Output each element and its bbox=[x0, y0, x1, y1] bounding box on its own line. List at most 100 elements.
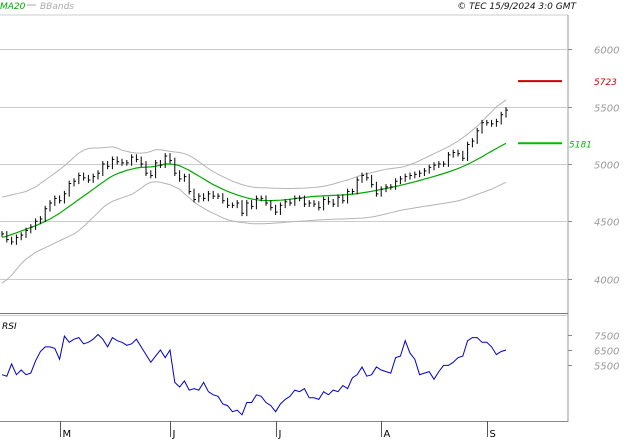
price-bar bbox=[476, 127, 480, 144]
price-bar bbox=[83, 172, 86, 181]
price-bar bbox=[78, 172, 81, 185]
price-bar bbox=[155, 160, 158, 179]
price-bar bbox=[111, 156, 115, 170]
x-tick-label: S bbox=[490, 429, 496, 440]
price-bar bbox=[419, 170, 422, 178]
price-bar bbox=[299, 195, 302, 202]
price-bar bbox=[30, 224, 33, 234]
price-bar bbox=[356, 177, 360, 195]
price-bar bbox=[222, 193, 225, 204]
price-bar bbox=[491, 119, 494, 127]
price-bar bbox=[97, 170, 100, 180]
price-bar bbox=[11, 236, 14, 245]
price-bar bbox=[395, 178, 398, 190]
price-tick-label: 6000 bbox=[594, 46, 619, 57]
price-bar bbox=[87, 174, 91, 183]
price-bar bbox=[227, 197, 230, 209]
price-bar bbox=[73, 178, 76, 187]
bbands-lower-line bbox=[1, 181, 507, 284]
support-level-label: 5181 bbox=[569, 140, 592, 150]
price-bar bbox=[183, 173, 187, 182]
price-bar bbox=[59, 195, 62, 204]
price-bar bbox=[332, 199, 336, 207]
rsi-tick-label: 5500 bbox=[594, 362, 619, 373]
price-bar bbox=[423, 168, 427, 176]
price-bar bbox=[20, 232, 24, 241]
x-tick-label: J bbox=[278, 429, 282, 440]
resistance-level-label: 5723 bbox=[594, 78, 617, 88]
rsi-series bbox=[1, 333, 507, 416]
price-bar bbox=[246, 200, 249, 217]
price-bar bbox=[443, 161, 446, 167]
price-bar bbox=[467, 141, 470, 162]
price-bar bbox=[107, 161, 110, 170]
price-bar bbox=[251, 200, 254, 210]
source-timestamp: © TEC 15/9/2024 3:0 GMT bbox=[457, 2, 577, 12]
price-bar bbox=[414, 171, 417, 179]
price-bar bbox=[174, 157, 177, 176]
price-bar bbox=[284, 199, 288, 209]
price-bar bbox=[433, 162, 436, 171]
price-bar bbox=[347, 188, 350, 204]
price-bar bbox=[179, 170, 182, 182]
bbands-upper-line bbox=[1, 99, 507, 198]
price-bar bbox=[327, 196, 331, 205]
price-tick-label: 5000 bbox=[594, 161, 619, 172]
price-bar bbox=[457, 149, 460, 157]
price-bar bbox=[44, 205, 48, 222]
x-axis: MJJAS bbox=[60, 421, 496, 440]
rsi-line bbox=[1, 333, 507, 416]
price-bar bbox=[15, 234, 19, 245]
price-bar bbox=[188, 173, 192, 195]
price-bar bbox=[193, 188, 196, 203]
price-bar bbox=[452, 149, 456, 158]
price-bar bbox=[131, 154, 134, 166]
price-bar bbox=[371, 174, 374, 188]
price-bar bbox=[203, 193, 206, 202]
price-bar bbox=[140, 156, 144, 167]
price-bar bbox=[428, 164, 432, 174]
price-bar bbox=[375, 181, 379, 197]
price-bar bbox=[236, 200, 240, 209]
price-bar bbox=[68, 180, 72, 197]
price-bar bbox=[6, 231, 9, 243]
price-bar bbox=[116, 156, 120, 165]
price-bar bbox=[337, 194, 340, 207]
price-bar bbox=[471, 138, 475, 148]
price-bar bbox=[308, 200, 312, 207]
price-bar bbox=[318, 201, 321, 211]
price-bar bbox=[486, 119, 489, 126]
legend-bbands-label: BBands bbox=[40, 2, 74, 12]
price-bar bbox=[500, 111, 504, 125]
price-tick-label: 4500 bbox=[594, 218, 619, 229]
price-bar bbox=[102, 161, 105, 176]
price-bar bbox=[399, 176, 403, 185]
price-bar bbox=[481, 119, 484, 134]
price-bar bbox=[241, 200, 244, 217]
x-tick-label: M bbox=[63, 429, 72, 440]
price-bar bbox=[289, 199, 292, 206]
price-bar bbox=[342, 194, 345, 204]
rsi-axis-ticks: 5500 6500 7500 bbox=[568, 332, 619, 373]
price-bar bbox=[231, 202, 235, 209]
price-bar bbox=[404, 173, 408, 182]
price-bar bbox=[270, 200, 273, 211]
price-bar bbox=[150, 170, 153, 179]
rsi-tick-label: 6500 bbox=[594, 347, 619, 358]
price-bar bbox=[505, 107, 508, 118]
chart-canvas: MA20 BBands © TEC 15/9/2024 3:0 GMT 4000… bbox=[0, 2, 619, 440]
price-bar bbox=[1, 231, 4, 237]
price-bar bbox=[255, 195, 259, 210]
price-bar bbox=[294, 195, 297, 206]
legend-ma20-label: MA20 bbox=[0, 2, 26, 12]
price-bar bbox=[409, 172, 412, 180]
price-bar bbox=[495, 118, 499, 127]
price-bar bbox=[275, 204, 278, 215]
price-tick-label: 4000 bbox=[594, 276, 619, 287]
price-bar bbox=[63, 190, 67, 204]
price-bar bbox=[323, 196, 326, 211]
price-bar bbox=[54, 195, 57, 206]
rsi-tick-label: 7500 bbox=[594, 332, 619, 343]
price-bar bbox=[49, 200, 52, 212]
price-bar bbox=[212, 190, 216, 199]
